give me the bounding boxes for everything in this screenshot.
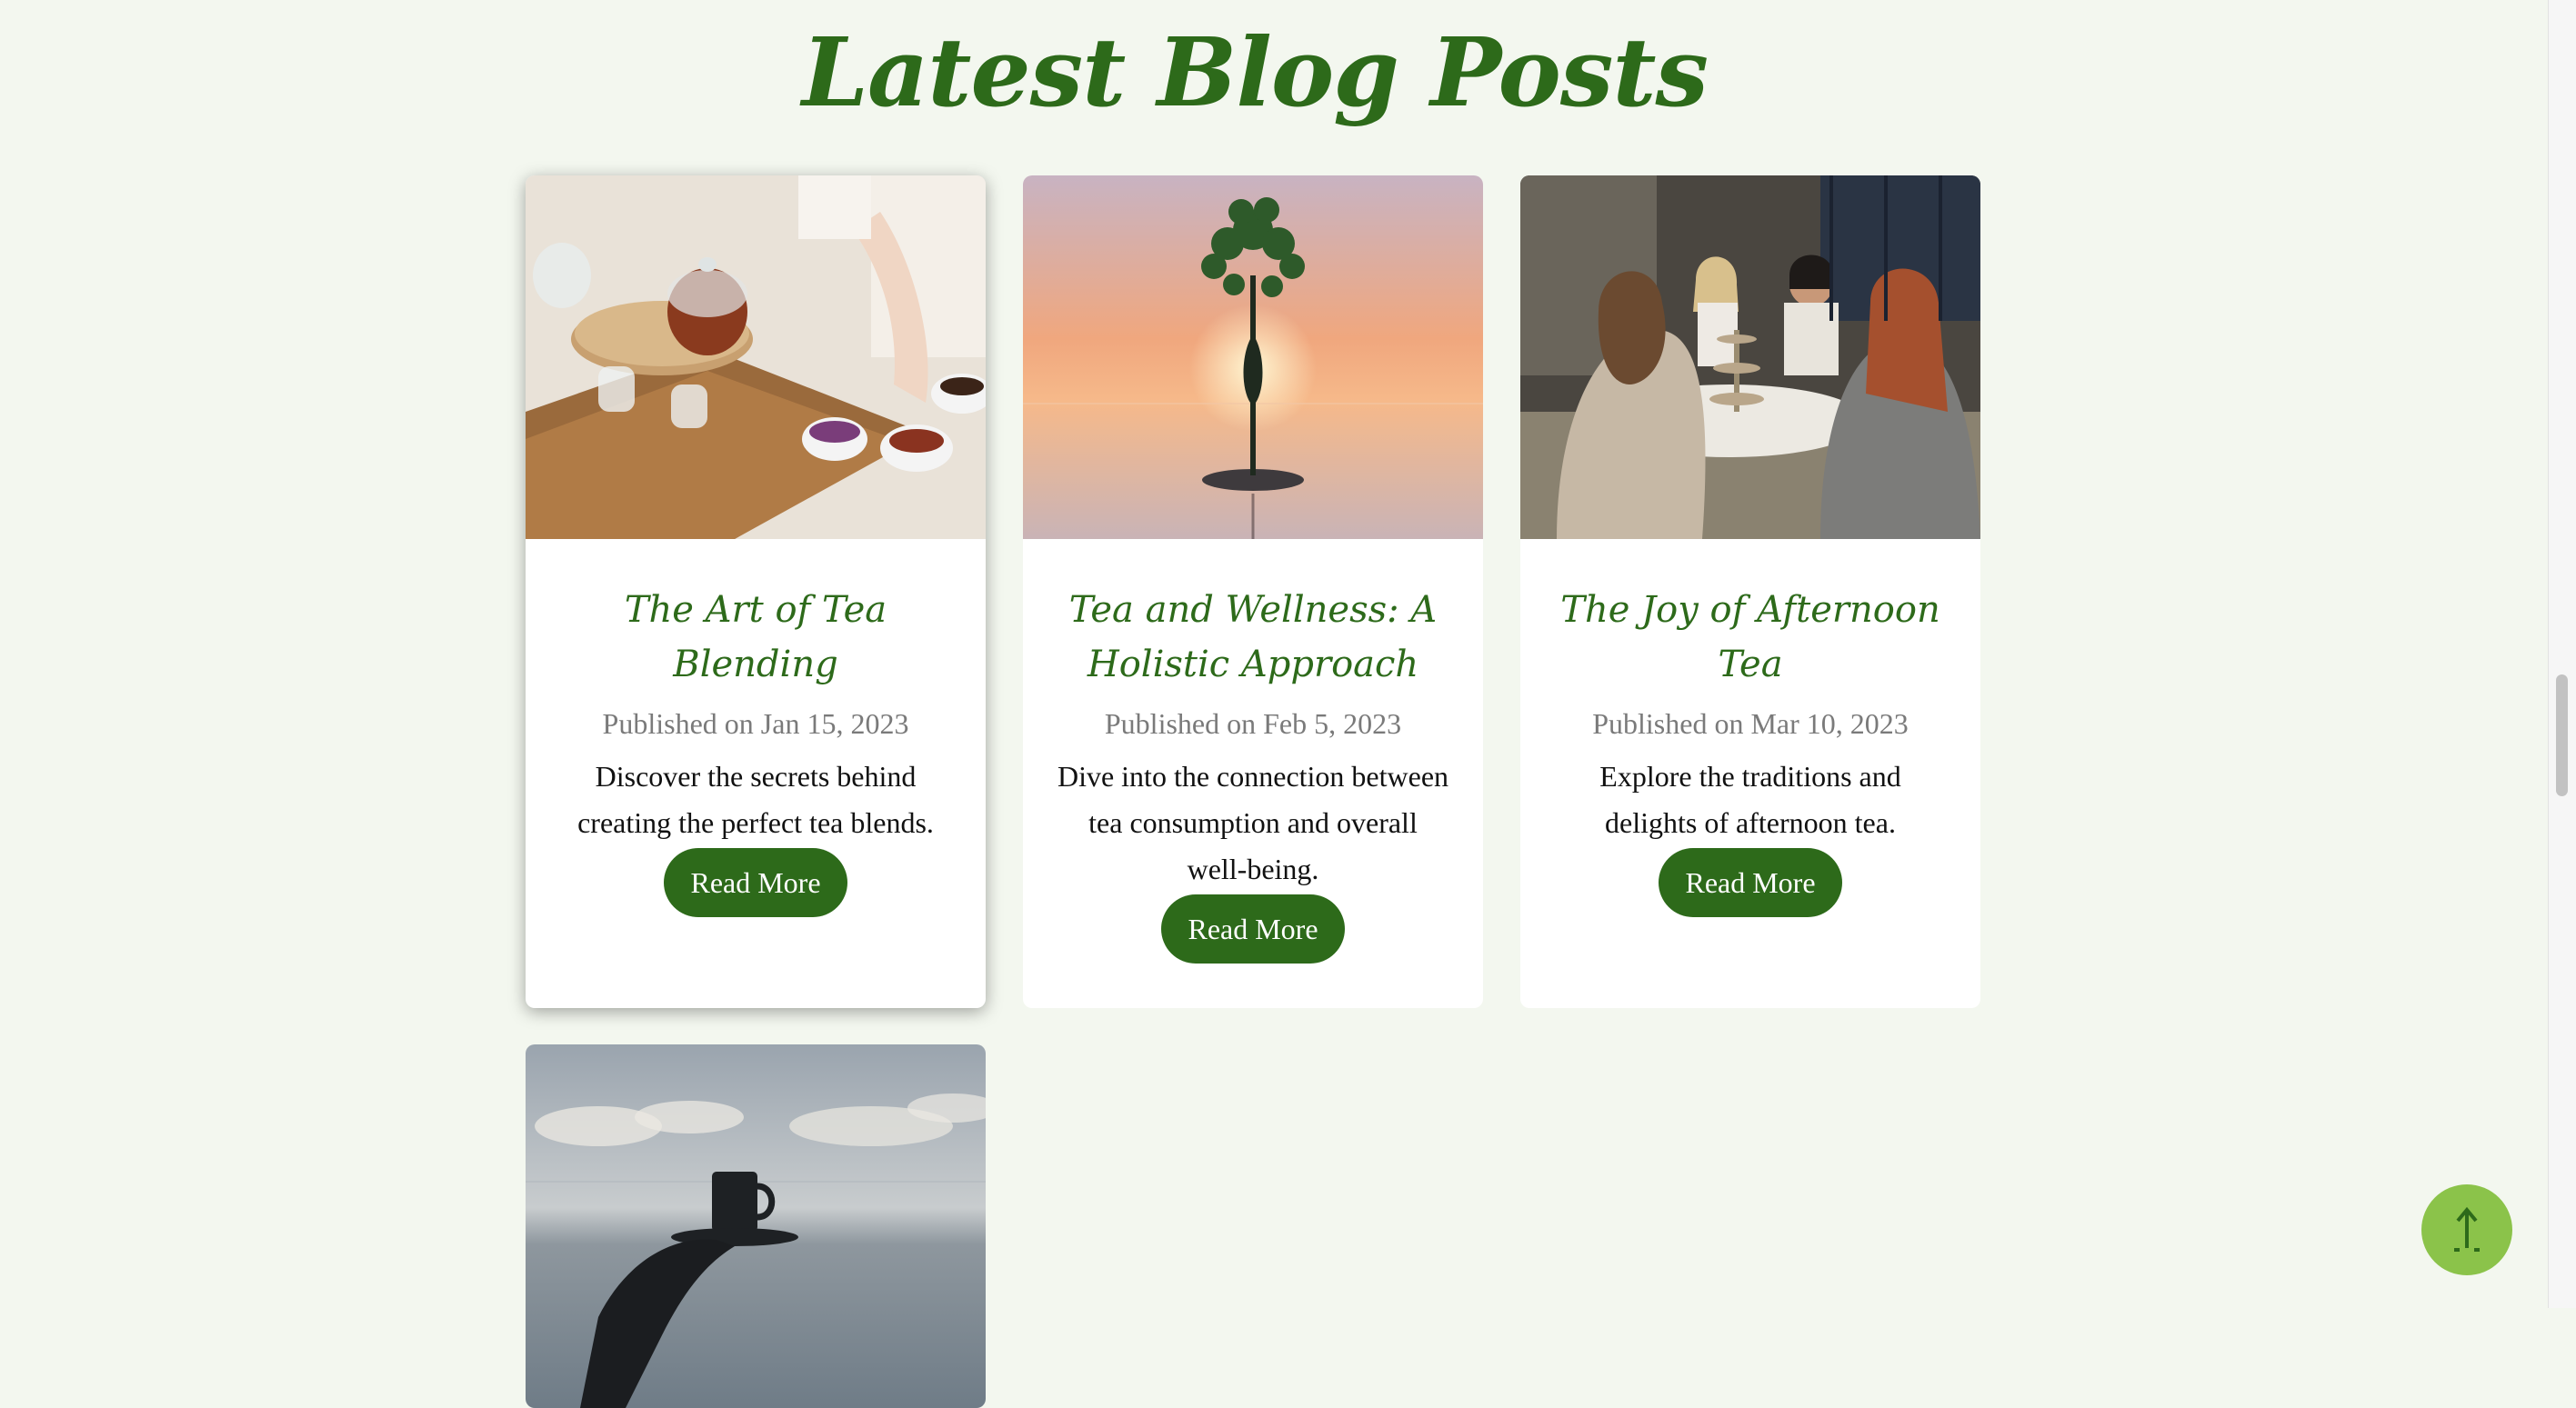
post-excerpt: Explore the traditions and delights of a… — [1599, 760, 1901, 839]
tea-by-sea-image — [526, 1044, 986, 1408]
read-more-button[interactable]: Read More — [1161, 894, 1345, 964]
blog-card-tea-wellness: Tea and Wellness: A Holistic Approach Pu… — [1023, 175, 1483, 1008]
post-title[interactable]: Tea and Wellness: A Holistic Approach — [1056, 583, 1450, 692]
post-excerpt: Dive into the connection between tea con… — [1057, 760, 1449, 885]
scrollbar-thumb[interactable] — [2556, 674, 2568, 796]
post-date: Published on Jan 15, 2023 — [602, 707, 909, 740]
blog-card-afternoon-tea: The Joy of Afternoon Tea Published on Ma… — [1520, 175, 1980, 1008]
tea-blending-image — [526, 175, 986, 539]
post-title[interactable]: The Joy of Afternoon Tea — [1553, 583, 1948, 692]
read-more-button[interactable]: Read More — [1659, 848, 1842, 917]
read-more-button[interactable]: Read More — [664, 848, 847, 917]
post-title[interactable]: The Art of Tea Blending — [558, 583, 953, 692]
afternoon-tea-image — [1520, 175, 1980, 539]
post-date: Published on Feb 5, 2023 — [1104, 707, 1402, 740]
page-title: Latest Blog Posts — [801, 16, 1709, 128]
tea-wellness-image — [1023, 175, 1483, 539]
blog-card-tea-by-sea — [526, 1044, 986, 1408]
arrow-up-icon — [2454, 1206, 2480, 1252]
post-date: Published on Mar 10, 2023 — [1592, 707, 1909, 740]
page-scrollbar[interactable] — [2548, 0, 2576, 1308]
post-excerpt: Discover the secrets behind creating the… — [577, 760, 934, 839]
back-to-top-button[interactable] — [2421, 1184, 2512, 1275]
blog-card-tea-blending: The Art of Tea Blending Published on Jan… — [526, 175, 986, 1008]
